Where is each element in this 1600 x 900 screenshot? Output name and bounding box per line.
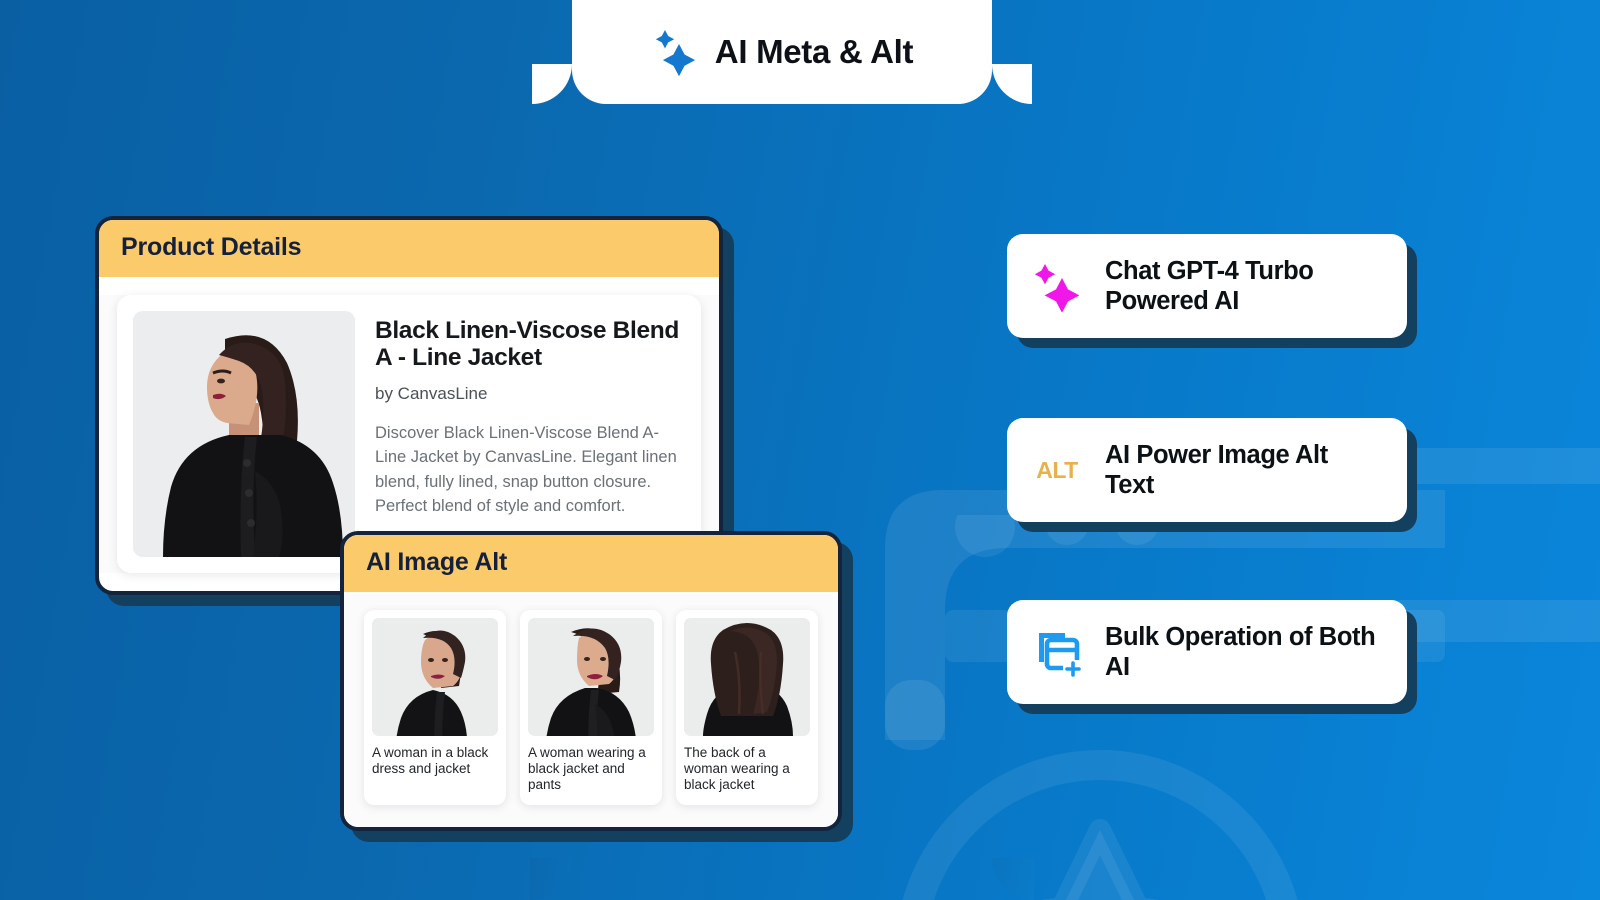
alt-caption: A woman in a black dress and jacket [372,745,489,777]
tab-left-wedge [530,858,572,900]
alt-caption: The back of a woman wearing a black jack… [684,745,790,793]
sparkle-icon [1031,260,1083,313]
header-tab[interactable]: AI Meta & Alt [532,0,1032,104]
alt-thumbnail-image [684,618,810,736]
ai-image-alt-body: A woman in a black dress and jacket A wo… [344,592,838,827]
header-title: AI Meta & Alt [714,33,914,70]
alt-thumbnail-grid: A woman in a black dress and jacket A wo… [344,592,838,827]
product-image [133,311,355,557]
product-details-header: Product Details [99,220,719,277]
alt-badge-label: ALT [1036,456,1078,483]
decorative-dots [955,515,1159,557]
alt-item[interactable]: A woman wearing a black jacket and pants [520,610,662,805]
decorative-star-ring [902,750,1298,900]
alt-thumbnail-image [528,618,654,736]
sparkle-icon [655,30,695,76]
alt-text-badge-icon: ALT [1031,444,1083,496]
product-description: Discover Black Linen-Viscose Blend A-Lin… [375,424,677,515]
alt-item[interactable]: The back of a woman wearing a black jack… [676,610,818,805]
product-text-block: Black Linen-Viscose Blend A - Line Jacke… [375,311,685,557]
alt-thumbnail-image [372,618,498,736]
tab-right-wedge [992,858,1034,900]
ai-image-alt-panel: AI Image Alt A woman in a black dress an… [340,531,842,831]
feature-card-chatgpt[interactable]: Chat GPT-4 Turbo Powered AI [1007,234,1407,339]
feature-card-bulk-operation[interactable]: Bulk Operation of Both AI [1007,600,1407,705]
alt-caption: A woman wearing a black jacket and pants [528,745,646,793]
feature-label: Chat GPT-4 Turbo Powered AI [1105,257,1314,316]
feature-label: Bulk Operation of Both AI [1105,623,1376,682]
ai-image-alt-header: AI Image Alt [344,535,838,592]
bulk-duplicate-add-icon [1031,626,1083,678]
feature-label: AI Power Image Alt Text [1105,441,1328,500]
feature-card-alt-text[interactable]: ALT AI Power Image Alt Text [1007,418,1407,523]
promo-banner: AI Meta & Alt Product Details Black Line… [0,0,1600,900]
alt-item[interactable]: A woman in a black dress and jacket [364,610,506,805]
product-vendor: by CanvasLine [375,384,488,404]
product-title: Black Linen-Viscose Blend A - Line Jacke… [375,317,679,372]
